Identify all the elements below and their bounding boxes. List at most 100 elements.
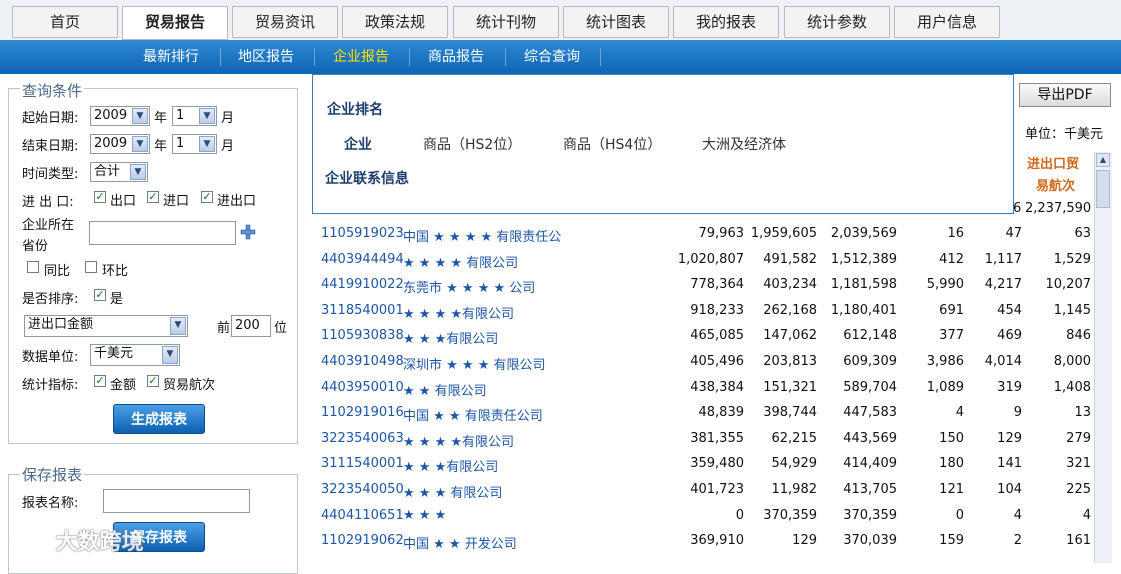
sort-label: 是否排序: (22, 292, 79, 307)
company-name-link[interactable]: 深圳市 ★ ★ ★ 有限公司 (403, 354, 546, 373)
top-n-input[interactable]: 200 (231, 315, 271, 337)
add-province-icon[interactable] (240, 224, 256, 240)
tab-policies[interactable]: 政策法规 (342, 6, 448, 38)
company-name-link[interactable]: ★ ★ ★ 有限公司 (403, 482, 502, 501)
unit-select[interactable]: 千美元 ▼ (90, 344, 180, 366)
company-code-link[interactable]: 3223540050 (321, 482, 404, 497)
company-name-link[interactable]: ★ ★ ★ (403, 508, 446, 523)
table-row: 3223540050 ★ ★ ★ 有限公司 401,723 11,982 413,705… (321, 478, 1091, 503)
mom-checkbox[interactable]: ✓ (85, 261, 97, 273)
export-pdf-button[interactable]: 导出PDF (1019, 83, 1111, 107)
table-row: 1102919016 中国 ★ ★ 有限责任公司 48,839 398,744 447,… (321, 401, 1091, 426)
time-type-select[interactable]: 合计 ▼ (90, 162, 148, 182)
scroll-up-icon[interactable]: ▲ (1096, 153, 1110, 167)
col-header-voyages-1: 进出口贸 (1027, 157, 1080, 172)
cell-ev: 3,986 (926, 354, 964, 369)
table-row: 3111540001 ★ ★ ★有限公司 359,480 54,929 414,409 1… (321, 452, 1091, 477)
month-unit: 月 (221, 139, 235, 154)
company-code-link[interactable]: 4403950010 (321, 380, 404, 395)
company-name-link[interactable]: 中国 ★ ★ 有限责任公司 (403, 405, 543, 424)
tab-charts[interactable]: 统计图表 (563, 6, 669, 38)
company-code-link[interactable]: 4419910022 (321, 277, 404, 292)
export-checkbox[interactable]: ✓ (94, 191, 106, 203)
dropdown-item-continents[interactable]: 大洲及经济体 (702, 134, 786, 154)
sort-field-select[interactable]: 进出口金额 ▼ (24, 315, 188, 337)
chevron-down-icon: ▼ (130, 164, 146, 180)
subtab-commodity-report[interactable]: 商品报告 (414, 40, 498, 74)
amount-label: 金额 (110, 378, 137, 393)
company-name-link[interactable]: ★ ★ 有限公司 (403, 380, 487, 399)
dropdown-section-contact[interactable]: 企业联系信息 (325, 168, 409, 188)
subtab-latest-ranking[interactable]: 最新排行 (128, 40, 214, 74)
dropdown-item-hs4[interactable]: 商品（HS4位） (563, 134, 661, 154)
cell-iv: 4 (1013, 507, 1022, 523)
enterprise-report-dropdown: 企业排名 企业 商品（HS2位） 商品（HS4位） 大洲及经济体 企业联系信息 (312, 74, 1014, 214)
dropdown-item-enterprise[interactable]: 企业 (344, 134, 372, 154)
tab-trade-news[interactable]: 贸易资讯 (232, 6, 338, 38)
subtab-region-report[interactable]: 地区报告 (226, 40, 306, 74)
tab-my-reports[interactable]: 我的报表 (673, 6, 779, 38)
amount-checkbox[interactable]: ✓ (94, 375, 106, 387)
province-input[interactable] (89, 221, 236, 245)
cell-total: 414,409 (843, 456, 897, 472)
company-code-link[interactable]: 3111540001 (321, 456, 404, 471)
company-code-link[interactable]: 4403944494 (321, 252, 404, 267)
company-code-link[interactable]: 1105930838 (321, 328, 404, 343)
tab-user-info[interactable]: 用户信息 (894, 6, 1000, 38)
dropdown-item-hs2[interactable]: 商品（HS2位） (423, 134, 521, 154)
company-code-link[interactable]: 4403910498 (321, 354, 404, 369)
company-name-link[interactable]: ★ ★ ★有限公司 (403, 328, 498, 347)
company-name-link[interactable]: ★ ★ ★有限公司 (403, 456, 498, 475)
province-label: 企业所在 (22, 218, 75, 233)
cell-tv: 13 (1074, 405, 1091, 421)
voyages-checkbox[interactable]: ✓ (147, 375, 159, 387)
company-code-link[interactable]: 4404110651 (321, 508, 404, 523)
top-prefix: 前 (217, 321, 231, 336)
generate-report-button[interactable]: 生成报表 (113, 404, 205, 434)
cell-iv: 4,014 (984, 354, 1022, 369)
start-year-select[interactable]: 2009 ▼ (90, 106, 150, 126)
start-month-select[interactable]: 1 ▼ (172, 106, 217, 126)
table-scrollbar[interactable]: ▲ (1094, 152, 1112, 563)
cell-ev: 412 (939, 251, 964, 267)
top-suffix: 位 (274, 321, 288, 336)
cell-export: 401,723 (690, 482, 744, 497)
month-unit: 月 (221, 111, 235, 126)
company-code-link[interactable]: 3223540063 (321, 431, 404, 446)
cell-ev: 1,089 (926, 379, 964, 395)
cell-iv: 129 (997, 430, 1022, 446)
company-name-link[interactable]: 中国 ★ ★ 开发公司 (403, 533, 517, 552)
cell-ev: 377 (939, 328, 964, 344)
subtab-combined-query[interactable]: 综合查询 (510, 40, 594, 74)
cell-export: 778,364 (690, 277, 744, 293)
report-name-input[interactable] (103, 489, 250, 513)
sort-yes-label: 是 (110, 292, 124, 307)
company-code-link[interactable]: 1102919016 (321, 405, 404, 420)
yoy-checkbox[interactable]: ✓ (27, 261, 39, 273)
tab-trade-report[interactable]: 贸易报告 (122, 6, 228, 40)
company-name-link[interactable]: 中国 ★ ★ ★ ★ 有限责任公 (403, 226, 561, 245)
company-code-link[interactable]: 3118540001 (321, 303, 404, 318)
tab-publications[interactable]: 统计刊物 (453, 6, 559, 38)
tab-home[interactable]: 首页 (12, 6, 118, 38)
import-export-checkbox[interactable]: ✓ (201, 191, 213, 203)
company-name-link[interactable]: ★ ★ ★ ★ 有限公司 (403, 252, 518, 271)
end-year-select[interactable]: 2009 ▼ (90, 134, 150, 154)
cell-ev: 16 (947, 226, 964, 241)
cell-import: 147,062 (763, 328, 817, 344)
sort-checkbox[interactable]: ✓ (94, 289, 106, 301)
cell-export: 359,480 (690, 456, 744, 472)
cell-iv: 9 (1013, 405, 1022, 421)
company-code-link[interactable]: 1105919023 (321, 226, 404, 241)
import-checkbox[interactable]: ✓ (147, 191, 159, 203)
scroll-thumb[interactable] (1096, 170, 1110, 208)
company-name-link[interactable]: ★ ★ ★ ★有限公司 (403, 303, 514, 322)
company-code-link[interactable]: 1102919062 (321, 533, 404, 548)
sub-nav: 最新排行 地区报告 企业报告 商品报告 综合查询 (0, 40, 1121, 74)
end-month-select[interactable]: 1 ▼ (172, 134, 217, 154)
tab-parameters[interactable]: 统计参数 (784, 6, 890, 38)
subtab-enterprise-report[interactable]: 企业报告 (320, 40, 402, 74)
company-name-link[interactable]: ★ ★ ★ ★有限公司 (403, 431, 514, 450)
company-name-link[interactable]: 东莞市 ★ ★ ★ ★ 公司 (403, 277, 535, 296)
import-export-label: 进出口 (217, 194, 257, 209)
